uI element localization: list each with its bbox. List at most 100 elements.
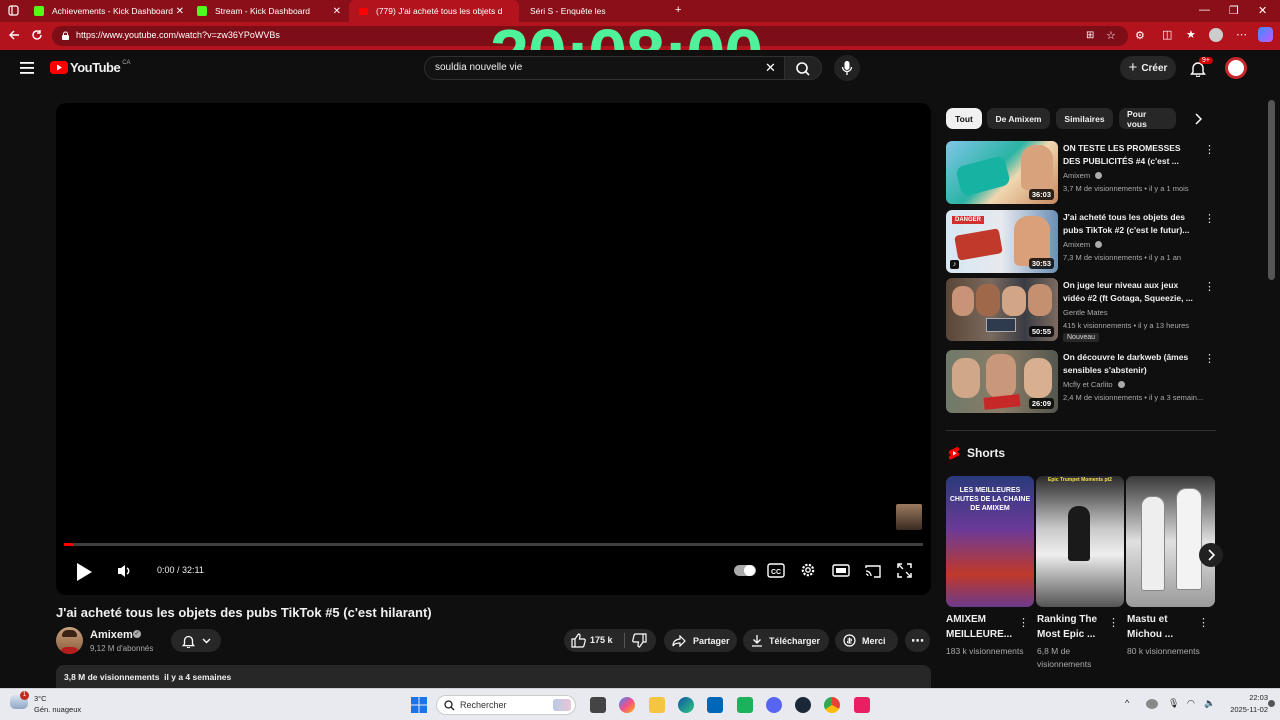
video-player[interactable]: 0:00 / 32:11 CC	[56, 103, 931, 595]
windows-start-icon[interactable]	[411, 697, 427, 713]
cast-icon[interactable]	[864, 564, 882, 578]
short-title[interactable]: Mastu et Michou ...	[1127, 612, 1205, 642]
play-button[interactable]	[74, 561, 94, 583]
system-clock-date[interactable]: 2025-11-02	[1216, 705, 1268, 714]
more-vertical-icon[interactable]: ⋮	[1204, 143, 1215, 156]
chip-all[interactable]: Tout	[946, 108, 982, 129]
lock-icon[interactable]	[61, 31, 70, 41]
url-text[interactable]: https://www.youtube.com/watch?v=zw36YPoW…	[76, 30, 280, 40]
browser-tab-stream[interactable]: Stream - Kick Dashboard ✕	[187, 0, 347, 22]
video-thumbnail[interactable]: 26:09	[946, 350, 1058, 413]
share-button[interactable]: Partager	[664, 629, 737, 652]
favorites-icon[interactable]: ★	[1186, 28, 1196, 41]
restore-icon[interactable]: ❐	[1229, 4, 1239, 17]
menu-icon[interactable]	[20, 62, 34, 74]
favorite-star-icon[interactable]: ☆	[1106, 29, 1116, 42]
recommended-video[interactable]: 36:03 ON TESTE LES PROMESSES DES PUBLICI…	[946, 141, 1216, 205]
like-button[interactable]	[571, 633, 586, 648]
shorts-next-button[interactable]	[1199, 543, 1223, 567]
short-thumbnail[interactable]	[1126, 476, 1215, 607]
minimize-icon[interactable]: —	[1199, 4, 1210, 16]
profile-avatar[interactable]	[1209, 28, 1223, 42]
thanks-button[interactable]: Merci	[835, 629, 898, 652]
fullscreen-icon[interactable]	[897, 563, 912, 578]
file-explorer-icon[interactable]	[649, 697, 665, 713]
close-tab-icon[interactable]: ✕	[333, 6, 341, 17]
theater-mode-icon[interactable]	[832, 564, 850, 577]
discord-icon[interactable]	[766, 697, 782, 713]
autoplay-toggle[interactable]	[734, 565, 756, 576]
steam-icon[interactable]	[795, 697, 811, 713]
channel-watermark[interactable]	[896, 504, 922, 530]
more-vertical-icon[interactable]: ⋮	[1108, 616, 1119, 629]
video-thumbnail[interactable]: 36:03	[946, 141, 1058, 204]
video-thumbnail[interactable]: 50:55	[946, 278, 1058, 341]
chip-for-you[interactable]: Pour vous	[1119, 108, 1176, 129]
browser-tab-achievements[interactable]: Achievements - Kick Dashboard ✕	[24, 0, 190, 22]
microsoft-store-icon[interactable]	[707, 697, 723, 713]
tiktok-app-icon[interactable]	[854, 697, 870, 713]
more-vertical-icon[interactable]: ⋮	[1204, 352, 1215, 365]
edge-browser-icon[interactable]	[678, 697, 694, 713]
progress-bar[interactable]	[64, 543, 923, 546]
more-icon[interactable]: ⋯	[1236, 28, 1247, 41]
recommended-video-title[interactable]: On juge leur niveau aux jeux vidéo #2 (f…	[1063, 279, 1198, 305]
more-vertical-icon[interactable]: ⋮	[1018, 616, 1029, 629]
recommended-video-channel[interactable]: Amixem	[1063, 171, 1103, 180]
weather-description[interactable]: Gén. nuageux	[34, 705, 81, 714]
more-actions-button[interactable]: ⋯	[905, 629, 930, 652]
subtitles-icon[interactable]: CC	[767, 563, 785, 578]
app-available-icon[interactable]: ⊞	[1086, 30, 1094, 41]
chip-related[interactable]: Similaires	[1056, 108, 1113, 129]
tray-app-icon[interactable]	[1146, 699, 1158, 709]
more-vertical-icon[interactable]: ⋮	[1204, 280, 1215, 293]
recommended-video-channel[interactable]: Gentle Mates	[1063, 308, 1108, 317]
refresh-icon[interactable]	[31, 29, 43, 41]
task-view-icon[interactable]	[590, 697, 606, 713]
tab-actions-icon[interactable]	[8, 5, 19, 16]
system-clock-time[interactable]: 22:03	[1226, 693, 1268, 702]
search-button[interactable]	[784, 56, 822, 80]
download-button[interactable]: Télécharger	[743, 629, 829, 652]
channel-avatar[interactable]	[56, 627, 83, 654]
chips-next-chevron-icon[interactable]	[1194, 113, 1202, 125]
close-tab-icon[interactable]: ✕	[176, 6, 184, 17]
volume-icon[interactable]	[116, 563, 134, 579]
tray-microphone-icon[interactable]: 🎙	[1168, 698, 1179, 709]
search-input[interactable]: souldia nouvelle vie ✕	[424, 56, 784, 80]
channel-name[interactable]: Amixem	[90, 629, 133, 641]
account-avatar[interactable]	[1225, 57, 1247, 79]
close-window-icon[interactable]: ✕	[1258, 4, 1267, 17]
chip-from-amixem[interactable]: De Amixem	[987, 108, 1050, 129]
short-thumbnail[interactable]: Epic Trumpet Moments pt2	[1036, 476, 1124, 607]
video-thumbnail[interactable]: DANGER ♪ 30:53	[946, 210, 1058, 273]
voice-search-button[interactable]	[834, 55, 860, 81]
short-thumbnail[interactable]: LES MEILLEURES CHUTES DE LA CHAINE DE AM…	[946, 476, 1034, 607]
extensions-icon[interactable]: ⚙	[1135, 29, 1145, 42]
more-vertical-icon[interactable]: ⋮	[1198, 616, 1209, 629]
short-title[interactable]: AMIXEM MEILLEURE...	[946, 612, 1024, 642]
speaker-icon[interactable]: 🔈	[1204, 698, 1215, 709]
create-button[interactable]: + Créer	[1120, 56, 1176, 80]
recommended-video-channel[interactable]: Amixem	[1063, 240, 1103, 249]
copilot-app-icon[interactable]	[619, 697, 635, 713]
dislike-button[interactable]	[632, 633, 647, 648]
weather-temperature[interactable]: 3°C	[34, 694, 47, 703]
recommended-video-title[interactable]: ON TESTE LES PROMESSES DES PUBLICITÉS #4…	[1063, 142, 1198, 168]
recommended-video-title[interactable]: On découvre le darkweb (âmes sensibles s…	[1063, 351, 1198, 377]
wifi-icon[interactable]: ◠	[1187, 698, 1195, 709]
recommended-video[interactable]: DANGER ♪ 30:53 J'ai acheté tous les obje…	[946, 210, 1216, 274]
copilot-icon[interactable]	[1258, 27, 1273, 42]
settings-gear-icon[interactable]	[800, 562, 816, 578]
subscription-bell-button[interactable]	[171, 629, 221, 652]
recommended-video[interactable]: 50:55 On juge leur niveau aux jeux vidéo…	[946, 278, 1216, 348]
clear-search-icon[interactable]: ✕	[765, 60, 776, 76]
taskbar-search[interactable]: Rechercher	[436, 695, 576, 715]
youtube-logo[interactable]: YouTube CA	[50, 60, 131, 75]
search-input-text[interactable]: souldia nouvelle vie	[435, 62, 522, 73]
app-icon-green[interactable]	[737, 697, 753, 713]
back-icon[interactable]	[8, 29, 20, 41]
show-hidden-icons-chevron[interactable]: ^	[1125, 698, 1129, 708]
page-scrollbar-thumb[interactable]	[1268, 100, 1275, 280]
split-screen-icon[interactable]: ◫	[1162, 28, 1172, 41]
